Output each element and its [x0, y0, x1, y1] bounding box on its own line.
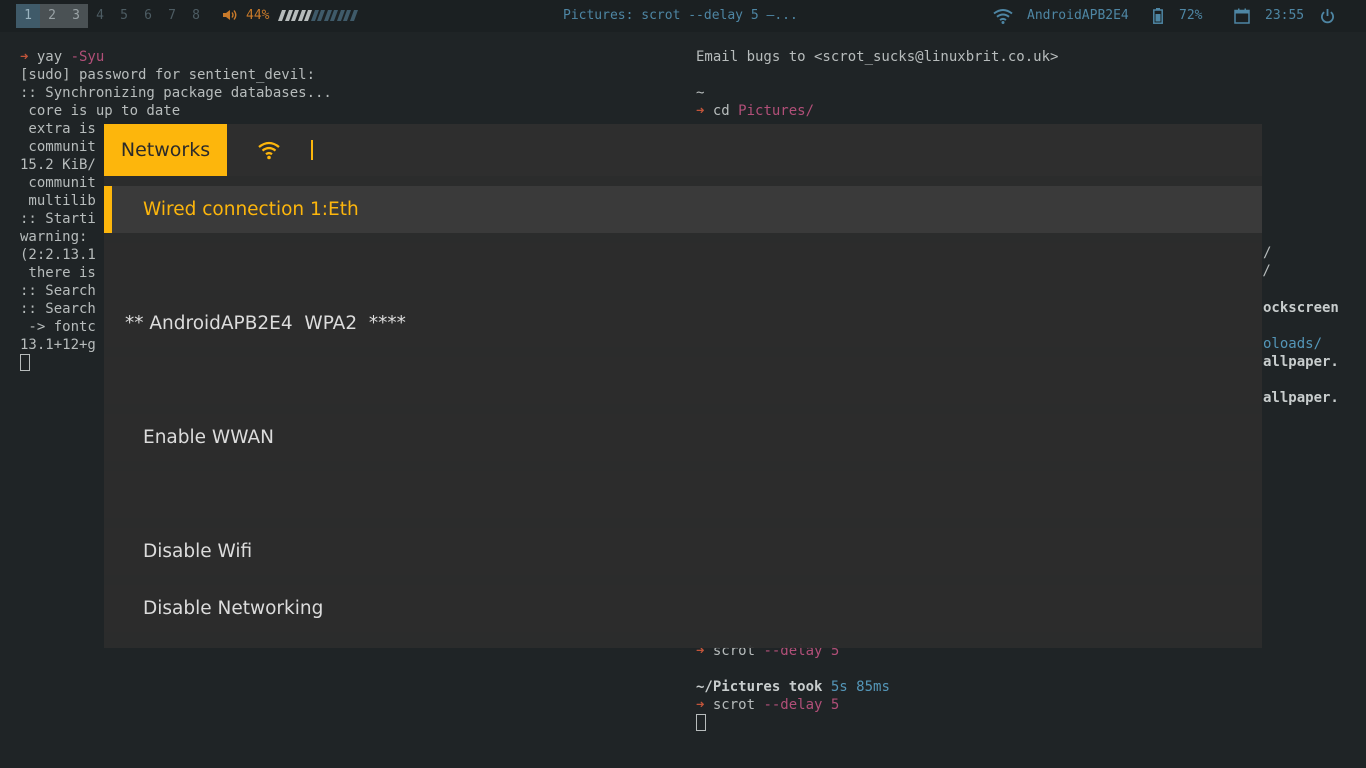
menu-item-label: Disable Wifi [143, 541, 253, 562]
workspace-4[interactable]: 4 [88, 4, 112, 28]
terminal-line: ~ [696, 85, 705, 101]
volume-icon[interactable] [222, 7, 238, 23]
prompt-arrow-icon: ➜ [696, 697, 713, 713]
clock: 23:55 [1265, 8, 1305, 23]
terminal-line: core is up to date [20, 103, 181, 119]
workspace-2[interactable]: 2 [40, 4, 64, 28]
prompt-duration: 5s 85ms [830, 679, 890, 695]
menu-item-empty[interactable] [104, 357, 1262, 404]
menu-item-label: Enable WWAN [143, 427, 274, 448]
menu-prompt: Networks [104, 124, 227, 176]
terminal-line: ➜ scrot --delay 5 [696, 696, 839, 714]
menu-item-empty[interactable] [104, 243, 1262, 290]
menu-item-disable-networking[interactable]: Disable Networking [104, 585, 1262, 632]
workspace-3[interactable]: 3 [64, 4, 88, 28]
calendar-icon [1234, 8, 1250, 24]
terminal-cursor [696, 714, 706, 731]
terminal-line: [sudo] password for sentient_devil: [20, 67, 316, 83]
terminal-line: ockscreen [1263, 300, 1339, 316]
window-title: Pictures: scrot --delay 5 —... [563, 8, 798, 23]
battery-percent: 72% [1179, 8, 1203, 23]
workspace-5[interactable]: 5 [112, 4, 136, 28]
network-menu: Networks Wired connection 1:Eth ** Andro… [104, 124, 1262, 648]
volume-percent: 44% [246, 8, 270, 23]
terminal-cursor [20, 354, 30, 371]
wifi-ssid: AndroidAPB2E4 [1027, 8, 1129, 23]
battery-icon [1153, 8, 1163, 24]
menu-inputbar: Networks [104, 124, 1262, 176]
command-arg: Pictures/ [738, 103, 815, 119]
command: yay [36, 49, 71, 65]
menu-item-disable-wifi[interactable]: Disable Wifi [104, 528, 1262, 575]
terminal-line: Email bugs to <scrot_sucks@linuxbrit.co.… [696, 49, 1059, 65]
command: cd [712, 103, 739, 119]
terminal-line: / [1263, 245, 1272, 261]
workspace-6[interactable]: 6 [136, 4, 160, 28]
command-arg: -Syu [70, 49, 105, 65]
prompt-arrow-icon: ➜ [696, 103, 713, 119]
power-icon[interactable] [1320, 8, 1335, 24]
menu-item-enable-wwan[interactable]: Enable WWAN [104, 414, 1262, 461]
menu-item-wired-connection[interactable]: Wired connection 1:Eth [104, 186, 1262, 233]
volume-level-bar[interactable] [277, 10, 358, 24]
prompt-arrow-icon: ➜ [20, 49, 37, 65]
terminal-line: :: Synchronizing package databases... [20, 85, 332, 101]
menu-item-label: Disable Networking [143, 598, 324, 619]
menu-search-input[interactable] [311, 140, 313, 160]
workspace-7[interactable]: 7 [160, 4, 184, 28]
terminal-line: ➜ cd Pictures/ [696, 102, 814, 120]
terminal-line: ~/Pictures took 5s 85ms [696, 678, 890, 696]
wifi-icon[interactable] [993, 8, 1013, 24]
menu-item-empty[interactable] [104, 471, 1262, 518]
command-arg: --delay 5 [763, 697, 840, 713]
terminal-line: allpaper. [1263, 390, 1339, 406]
prompt-took: took [780, 679, 831, 695]
terminal-line: oloads/ [1263, 336, 1323, 352]
menu-item-label: Wired connection 1:Eth [143, 199, 359, 220]
terminal-line: allpaper. [1263, 354, 1339, 370]
wifi-icon [258, 141, 280, 160]
volume-segment [349, 10, 358, 21]
menu-item-label: ** AndroidAPB2E4 WPA2 **** [125, 313, 406, 334]
prompt-dir: ~/Pictures [696, 679, 781, 695]
menu-item-wifi-network[interactable]: ** AndroidAPB2E4 WPA2 **** [104, 300, 1262, 347]
workspace-8[interactable]: 8 [184, 4, 208, 28]
terminal-line: ➜ yay -Syu [20, 48, 332, 66]
workspace-1[interactable]: 1 [16, 4, 40, 28]
top-panel: 1 2 3 4 5 6 7 8 44% Pictures: scrot --de… [0, 0, 1366, 32]
command: scrot [712, 697, 764, 713]
